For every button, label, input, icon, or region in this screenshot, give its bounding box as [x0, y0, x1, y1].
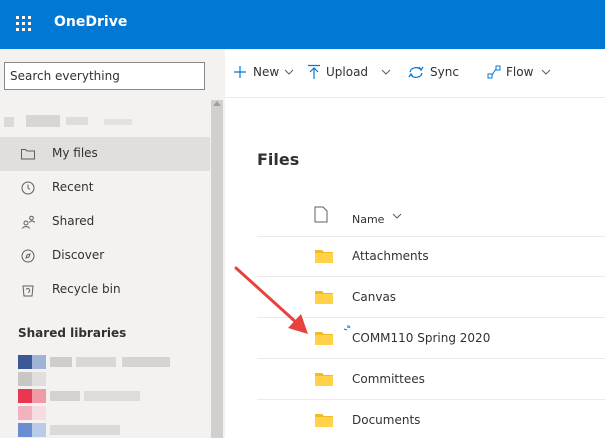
search-input[interactable] — [5, 63, 200, 89]
sync-button[interactable]: Sync — [407, 64, 467, 82]
flow-button[interactable]: Flow — [487, 64, 567, 82]
recycle-bin-icon — [22, 285, 34, 297]
file-name[interactable]: Attachments — [352, 249, 429, 263]
sidebar-item-recycle-bin[interactable]: Recycle bin — [0, 273, 210, 307]
command-bar: New Upload Sync Flow — [225, 49, 605, 98]
file-name[interactable]: Documents — [352, 413, 420, 427]
sync-label: Sync — [430, 65, 459, 79]
sidebar-item-label: Recycle bin — [52, 282, 121, 296]
list-column-header: Name — [257, 200, 605, 237]
app-launcher-icon[interactable] — [16, 16, 32, 32]
chevron-down-icon — [284, 69, 294, 75]
file-type-icon[interactable] — [314, 206, 328, 223]
new-button[interactable]: New — [233, 64, 297, 82]
sidebar-scrollbar[interactable] — [211, 100, 223, 438]
account-blur — [4, 113, 204, 133]
chevron-down-icon — [392, 213, 402, 219]
file-name[interactable]: Committees — [352, 372, 425, 386]
name-column-label: Name — [352, 213, 385, 226]
sidebar-item-label: My files — [52, 146, 98, 160]
flow-icon — [487, 65, 501, 79]
sidebar-item-my-files[interactable]: My files — [0, 137, 210, 171]
scroll-up-arrow-icon[interactable] — [213, 101, 221, 106]
chevron-down-icon — [381, 69, 391, 75]
file-name[interactable]: COMM110 Spring 2020 — [352, 331, 490, 345]
flow-label: Flow — [506, 65, 534, 79]
file-row[interactable]: Committees — [257, 359, 605, 400]
file-row[interactable]: Documents — [257, 400, 605, 440]
chevron-down-icon — [541, 69, 551, 75]
sidebar-item-label: Recent — [52, 180, 94, 194]
folder-icon — [315, 414, 333, 427]
people-icon — [22, 215, 35, 229]
file-name[interactable]: Canvas — [352, 290, 396, 304]
upload-label: Upload — [326, 65, 369, 79]
search-box[interactable] — [4, 62, 205, 90]
name-column-header[interactable]: Name — [352, 208, 422, 226]
clock-icon — [21, 181, 35, 195]
sidebar-item-discover[interactable]: Discover — [0, 239, 210, 273]
sidebar-item-shared[interactable]: Shared — [0, 205, 210, 239]
shared-libraries-heading: Shared libraries — [18, 326, 127, 340]
plus-icon — [234, 66, 246, 78]
folder-icon — [315, 373, 333, 386]
sidebar-item-recent[interactable]: Recent — [0, 171, 210, 205]
page-title: Files — [257, 150, 300, 169]
annotation-arrow-icon — [234, 266, 308, 334]
shared-libraries-blur — [18, 355, 188, 438]
upload-arrow-icon — [308, 64, 320, 79]
sync-icon — [408, 66, 424, 78]
folder-outline-icon — [21, 149, 35, 160]
new-label: New — [253, 65, 280, 79]
sidebar-item-label: Shared — [52, 214, 95, 228]
app-title[interactable]: OneDrive — [54, 14, 127, 30]
compass-icon — [21, 249, 35, 263]
upload-button[interactable]: Upload — [307, 64, 393, 82]
sidebar-item-label: Discover — [52, 248, 105, 262]
top-bar: OneDrive — [0, 0, 605, 49]
